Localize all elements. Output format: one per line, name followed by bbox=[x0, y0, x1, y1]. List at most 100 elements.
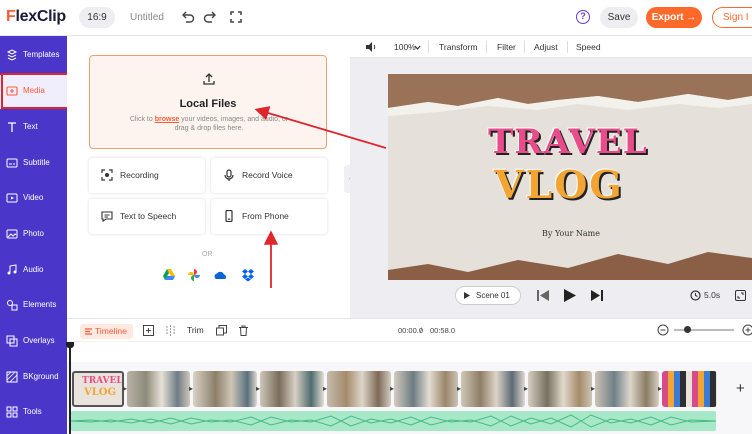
sidebar-item-label: Text bbox=[23, 122, 38, 131]
dropbox-icon[interactable] bbox=[241, 268, 255, 282]
title-line-1: TRAVEL bbox=[488, 122, 648, 162]
total-time: 00:58.0 bbox=[430, 326, 456, 335]
onedrive-icon[interactable] bbox=[213, 268, 227, 282]
play-small-icon bbox=[464, 292, 470, 299]
next-scene-icon[interactable] bbox=[591, 290, 603, 301]
duplicate-icon[interactable] bbox=[216, 325, 227, 336]
from-phone-button[interactable]: From Phone bbox=[211, 199, 327, 234]
clip-thumb-title: VLOG bbox=[84, 387, 117, 398]
sidebar-item-text[interactable]: Text bbox=[0, 111, 67, 145]
zoom-slider-handle[interactable] bbox=[684, 326, 691, 333]
timeline-clip[interactable] bbox=[595, 371, 659, 407]
browse-link[interactable]: browse bbox=[155, 116, 180, 123]
sidebar-item-label: Templates bbox=[23, 50, 60, 59]
local-files-title: Local Files bbox=[179, 98, 237, 110]
trim-button[interactable]: Trim bbox=[187, 325, 204, 335]
text-to-speech-button[interactable]: Text to Speech bbox=[89, 199, 205, 234]
add-clip-button[interactable]: + bbox=[736, 380, 745, 397]
local-files-description: Click to browse your videos, images, and… bbox=[129, 116, 289, 132]
save-button[interactable]: Save bbox=[600, 7, 638, 28]
google-photos-icon[interactable] bbox=[187, 268, 201, 282]
video-canvas[interactable]: TRAVEL VLOG By Your Name bbox=[388, 74, 752, 280]
zoom-out-icon[interactable] bbox=[657, 324, 669, 336]
sidebar-item-audio[interactable]: Audio bbox=[0, 254, 67, 288]
sidebar-item-label: Audio bbox=[23, 265, 44, 274]
timeline-clip[interactable] bbox=[260, 371, 324, 407]
photo-icon bbox=[6, 229, 18, 239]
project-name[interactable]: Untitled bbox=[130, 12, 164, 23]
timeline-tab[interactable]: Timeline bbox=[80, 324, 133, 339]
scene-selector[interactable]: Scene 01 bbox=[455, 286, 521, 305]
sidebar-item-tools[interactable]: Tools bbox=[0, 396, 67, 430]
time-separator: / bbox=[420, 326, 423, 335]
redo-icon[interactable] bbox=[202, 9, 218, 25]
expand-preview-icon[interactable] bbox=[735, 290, 746, 301]
split-icon[interactable] bbox=[165, 325, 176, 336]
export-button[interactable]: Export → bbox=[646, 7, 702, 28]
add-scene-icon[interactable] bbox=[143, 325, 154, 336]
byline-text: By Your Name bbox=[542, 229, 600, 238]
timeline-clip[interactable] bbox=[193, 371, 257, 407]
sidebar-item-label: Elements bbox=[23, 300, 57, 309]
scene-duration[interactable]: 5.0s bbox=[690, 286, 724, 305]
local-files-dropzone[interactable]: Local Files Click to browse your videos,… bbox=[89, 55, 327, 149]
adjust-button[interactable]: Adjust bbox=[534, 42, 558, 52]
fullscreen-icon[interactable] bbox=[228, 9, 244, 25]
timeline-clip[interactable] bbox=[394, 371, 458, 407]
sidebar-item-label: BKground bbox=[23, 372, 59, 381]
sidebar-item-elements[interactable]: Elements bbox=[0, 289, 67, 323]
phone-icon bbox=[225, 210, 233, 222]
clock-icon bbox=[690, 290, 701, 301]
templates-icon bbox=[6, 49, 18, 61]
sidebar-item-subtitle[interactable]: Subtitle bbox=[0, 147, 67, 181]
sidebar-item-overlays[interactable]: Overlays bbox=[0, 325, 67, 359]
play-icon[interactable] bbox=[564, 289, 576, 302]
sidebar-item-templates[interactable]: Templates bbox=[0, 39, 67, 73]
title-line-2: VLOG bbox=[494, 162, 624, 207]
speed-button[interactable]: Speed bbox=[576, 42, 601, 52]
timeline-clip[interactable] bbox=[461, 371, 525, 407]
zoom-slider-track[interactable] bbox=[674, 329, 734, 331]
timeline-clip[interactable]: TRAVEL VLOG bbox=[72, 371, 124, 407]
zoom-in-icon[interactable] bbox=[742, 324, 752, 336]
sidebar-item-label: Overlays bbox=[23, 336, 55, 345]
clip-thumb-title: TRAVEL bbox=[82, 376, 123, 386]
sidebar-item-label: Tools bbox=[23, 407, 42, 416]
top-bar: FlexClip 16:9 Untitled ? Save Export → S… bbox=[0, 0, 752, 36]
timeline-icon bbox=[85, 328, 92, 335]
sidebar-item-photo[interactable]: Photo bbox=[0, 218, 67, 252]
undo-icon[interactable] bbox=[180, 9, 196, 25]
tools-icon bbox=[6, 406, 18, 418]
timeline-clip[interactable] bbox=[528, 371, 592, 407]
recording-button[interactable]: Recording bbox=[89, 158, 205, 193]
sidebar-item-video[interactable]: Video bbox=[0, 182, 67, 216]
volume-icon[interactable] bbox=[365, 41, 377, 53]
app-logo[interactable]: FlexClip bbox=[6, 8, 66, 26]
transform-button[interactable]: Transform bbox=[439, 42, 477, 52]
audio-track[interactable] bbox=[71, 411, 716, 431]
google-drive-icon[interactable] bbox=[162, 268, 176, 282]
or-divider: OR bbox=[202, 251, 213, 258]
aspect-ratio-button[interactable]: 16:9 bbox=[79, 7, 115, 28]
timeline-clip[interactable] bbox=[327, 371, 391, 407]
microphone-icon bbox=[224, 169, 234, 181]
help-icon[interactable]: ? bbox=[576, 10, 590, 24]
speech-bubble-icon bbox=[101, 211, 113, 222]
video-icon bbox=[6, 193, 18, 203]
sidebar-item-label: Photo bbox=[23, 229, 44, 238]
playhead[interactable] bbox=[69, 342, 71, 434]
record-voice-button[interactable]: Record Voice bbox=[211, 158, 327, 193]
annotation-highlight-box bbox=[1, 73, 70, 109]
audio-icon bbox=[7, 264, 17, 275]
previous-scene-icon[interactable] bbox=[537, 290, 549, 301]
timeline-clip[interactable] bbox=[127, 371, 190, 407]
chevron-down-icon bbox=[414, 45, 421, 50]
sign-in-button[interactable]: Sign I bbox=[712, 7, 752, 28]
filter-button[interactable]: Filter bbox=[497, 42, 516, 52]
audio-waveform bbox=[71, 414, 716, 428]
timeline-clip[interactable] bbox=[662, 371, 717, 407]
delete-icon[interactable] bbox=[238, 325, 249, 336]
clip-toolbar: 100% Transform Filter Adjust Speed bbox=[350, 36, 752, 58]
sidebar-item-bkground[interactable]: BKground bbox=[0, 361, 67, 395]
zoom-level[interactable]: 100% bbox=[394, 42, 416, 52]
